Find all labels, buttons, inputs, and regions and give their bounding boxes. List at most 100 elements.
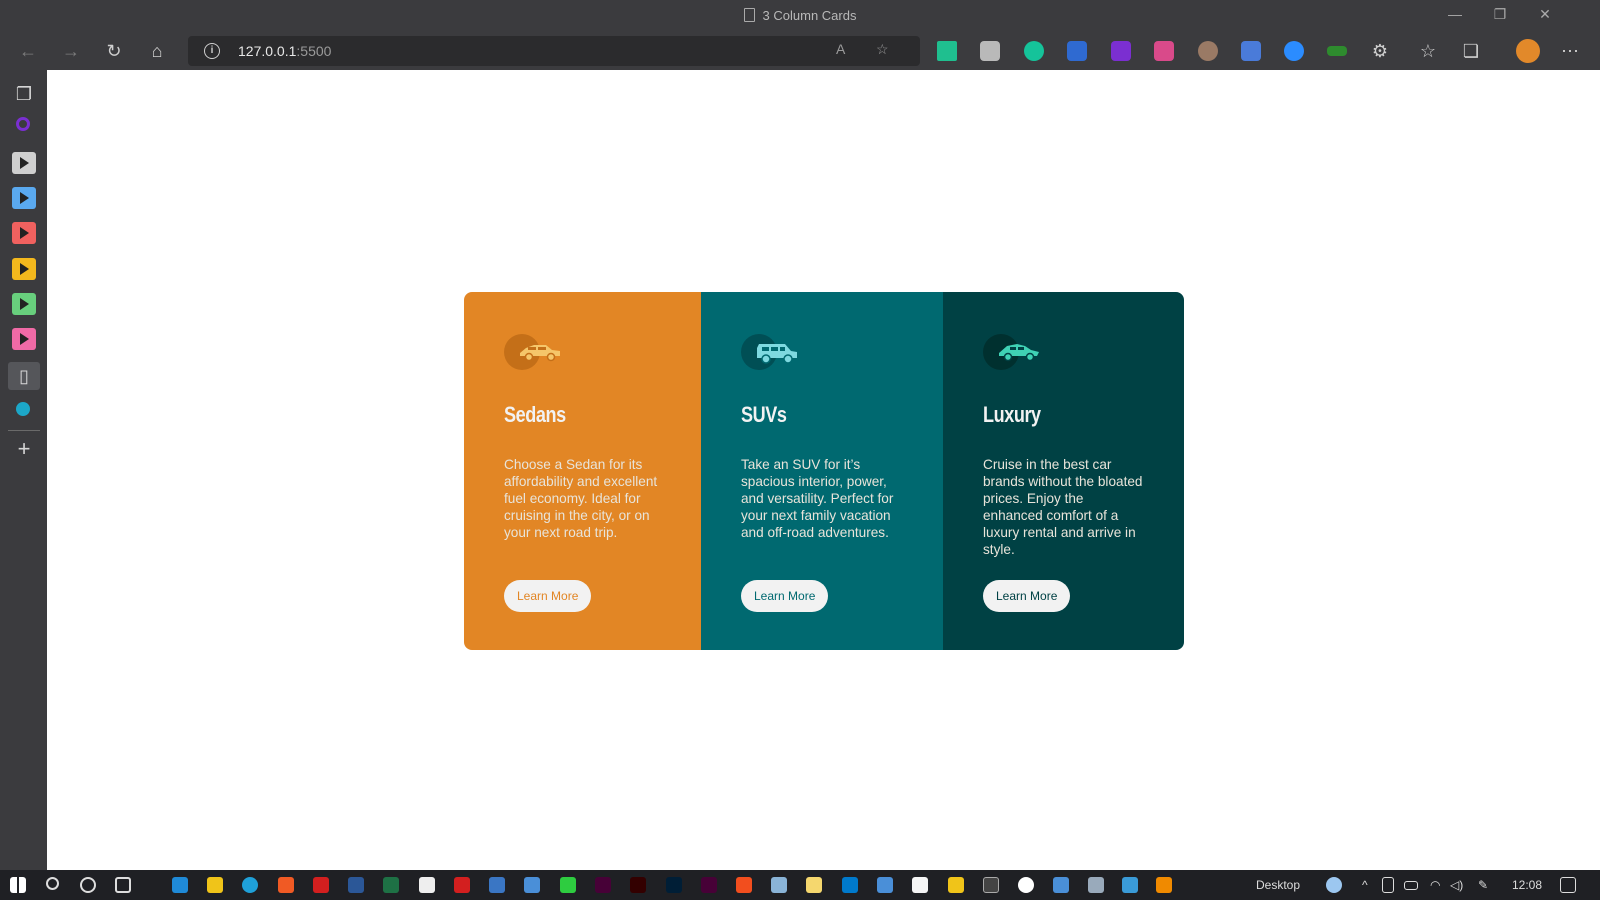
search-icon[interactable] [46,877,59,890]
illustrator-icon[interactable] [630,877,646,893]
card-title: SUVs [741,402,787,427]
tab-actions-icon[interactable]: ❐ [12,83,36,105]
extensions-icon[interactable]: ⚙ [1366,38,1394,64]
windows-taskbar: Desktop ^ ◠ ◁) ✎ 12:08 [0,870,1600,900]
more-menu-icon[interactable]: ⋯ [1556,38,1584,64]
extension-v-icon[interactable] [1111,41,1131,61]
cortana-icon[interactable] [80,877,96,893]
wifi-icon[interactable]: ◠ [1430,878,1440,892]
translate-icon[interactable] [1067,41,1087,61]
reload-icon[interactable]: ↻ [100,38,128,64]
learn-more-button[interactable]: Learn More [983,580,1071,612]
brave-icon[interactable] [278,877,294,893]
favorite-add-icon[interactable]: ☆ [876,41,889,58]
acrobat-icon[interactable] [313,877,329,893]
luxury-car-icon [983,332,1043,372]
app-icon-10[interactable] [524,877,540,893]
site-info-icon[interactable]: i [204,43,220,59]
forward-icon[interactable]: → [57,38,85,64]
figma-icon[interactable] [736,877,752,893]
grammarly-icon[interactable] [1024,41,1044,61]
sidebar-tab-2-icon[interactable] [12,187,36,209]
read-aloud-icon[interactable]: A [836,41,845,57]
card-suvs: SUVs Take an SUV for it’s spacious inter… [701,292,943,650]
card-sedans: Sedans Choose a Sedan for its affordabil… [464,292,701,650]
sidebar-tab-5-icon[interactable] [12,293,36,315]
sidebar-divider [8,430,40,431]
word-icon[interactable] [348,877,364,893]
app-icon-21[interactable] [912,877,928,893]
sidebar-active-tab-icon[interactable]: ▯ [8,362,40,390]
vertical-sidebar: ❐ ▯ + [0,70,47,870]
notifications-icon[interactable] [1560,877,1576,893]
collections-icon[interactable]: ❏ [1457,38,1485,64]
task-view-icon[interactable] [115,877,131,893]
extension-8-icon[interactable] [1284,41,1304,61]
file-explorer-icon[interactable] [207,877,223,893]
calendar-app-icon[interactable] [172,877,188,893]
xd-icon[interactable] [701,877,717,893]
reader-icon[interactable] [454,877,470,893]
extension-5-icon[interactable] [1154,41,1174,61]
chrome-icon[interactable] [1018,877,1034,893]
photoshop-icon[interactable] [666,877,682,893]
window-title-text: 3 Column Cards [762,8,857,23]
sidebar-tab-6-icon[interactable] [12,328,36,350]
device-icon[interactable] [1382,877,1394,893]
extension-1-icon[interactable] [937,41,957,61]
battery-icon[interactable] [1404,881,1418,890]
notion-icon[interactable] [419,877,435,893]
r-app-icon[interactable] [489,877,505,893]
back-icon[interactable]: ← [14,38,42,64]
extension-2-icon[interactable] [980,41,1000,61]
volume-icon[interactable]: ◁) [1450,878,1463,892]
sidebar-tab-4-icon[interactable] [12,258,36,280]
indesign-icon[interactable] [595,877,611,893]
window-title: 3 Column Cards [0,8,1600,23]
terminal-icon[interactable] [983,877,999,893]
add-icon[interactable]: + [12,438,36,460]
favorites-icon[interactable]: ☆ [1414,38,1442,64]
clock[interactable]: 12:08 [1512,878,1542,892]
desktop-label[interactable]: Desktop [1256,878,1300,892]
sidebar-tab-1-icon[interactable] [12,152,36,174]
cards-container: Sedans Choose a Sedan for its affordabil… [464,292,1184,650]
restore-button[interactable]: ❐ [1485,6,1515,26]
minimize-button[interactable]: — [1440,6,1470,26]
app-icon-27[interactable] [1122,877,1138,893]
extension-7-icon[interactable] [1241,41,1261,61]
learn-more-button[interactable]: Learn More [741,580,829,612]
address-bar[interactable]: i 127.0.0.1:5500 A ☆ [188,36,920,66]
app-icon-11[interactable] [560,877,576,893]
start-icon[interactable] [10,877,26,893]
card-luxury: Luxury Cruise in the best car brands wit… [943,292,1184,650]
app-icon-25[interactable] [1053,877,1069,893]
notes-icon[interactable] [806,877,822,893]
onedrive-icon[interactable] [1326,877,1342,893]
sidebar-tab-3-icon[interactable] [12,222,36,244]
app-icon-20[interactable] [877,877,893,893]
app-icon-26[interactable] [1088,877,1104,893]
show-hidden-icons-icon[interactable]: ^ [1362,878,1368,892]
sidebar-tab-8-icon[interactable] [16,402,30,416]
close-button[interactable]: ✕ [1530,6,1560,26]
avatar[interactable] [1516,39,1540,63]
suv-car-shape [757,344,797,364]
home-icon[interactable]: ⌂ [143,38,171,64]
excel-icon[interactable] [383,877,399,893]
extension-9-icon[interactable] [1327,46,1347,56]
pen-icon[interactable]: ✎ [1478,878,1488,892]
url-text[interactable]: 127.0.0.1:5500 [238,43,331,59]
card-description: Take an SUV for it’s spacious interior, … [741,457,894,540]
vlc-icon[interactable] [1156,877,1172,893]
page-viewport: Sedans Choose a Sedan for its affordabil… [47,70,1600,870]
app-icon-17[interactable] [771,877,787,893]
sidebar-app-icon[interactable] [16,117,30,131]
vscode-icon[interactable] [842,877,858,893]
extension-6-icon[interactable] [1198,41,1218,61]
suv-car-icon [741,332,801,372]
app-icon-22[interactable] [948,877,964,893]
learn-more-button[interactable]: Learn More [504,580,592,612]
edge-icon[interactable] [242,877,258,893]
luxury-car-shape [999,344,1039,362]
